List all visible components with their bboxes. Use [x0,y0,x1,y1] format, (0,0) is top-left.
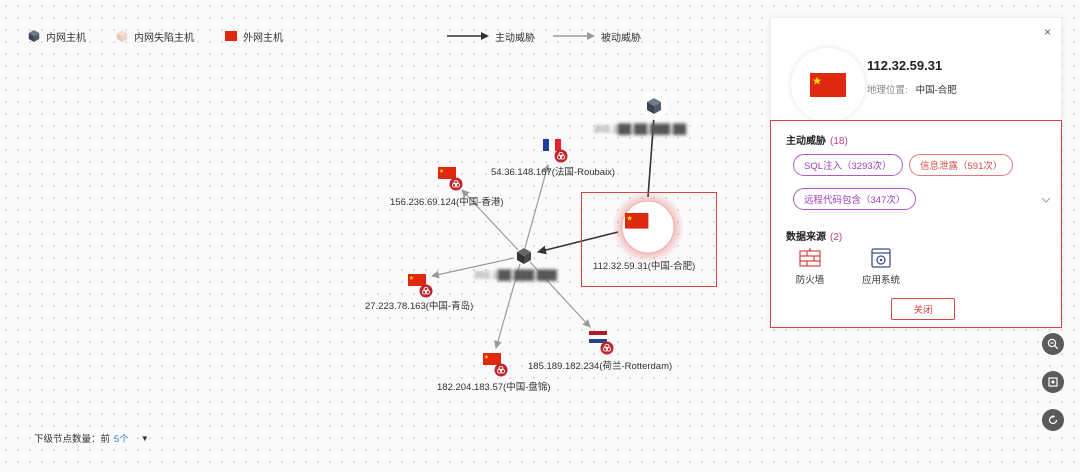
close-icon[interactable]: × [1044,25,1051,39]
node-label-top: 202.1██.██.███.██ [594,124,687,135]
threat-chip-info-leak[interactable]: 信息泄露（591次） [909,154,1014,176]
legend-label: 外网主机 [243,32,283,44]
refresh-icon [1048,414,1058,425]
geo-location-value: 中国-合肥 [915,85,957,96]
legend-honeypot-host: 内网失陷主机 [116,28,194,44]
node-label-nl: 185.189.182.234(荷兰-Rotterdam) [528,361,673,372]
reset-button[interactable] [1042,409,1064,431]
biohazard-icon [600,341,614,355]
biohazard-icon [449,177,463,191]
china-flag-icon [810,73,846,97]
node-label-sh: 182.204.183.57(中国-盘锦) [437,382,551,393]
node-label-selected: 112.32.59.31(中国-合肥) [593,261,696,272]
legend-label: 主动威胁 [495,32,535,44]
legend-label: 内网失陷主机 [134,32,194,44]
legend-label: 内网主机 [46,32,86,44]
fit-view-button[interactable] [1042,371,1064,393]
ip-address: 112.32.59.31 [867,58,943,73]
fit-screen-icon [1048,377,1058,387]
node-detail-panel: × 112.32.59.31 地理位置: 中国-合肥 主动威胁 (18) SQL注入… [770,17,1062,328]
legend-passive-threat: 被动威胁 [553,28,641,44]
dark-arrow-icon [447,32,489,40]
app-system-icon [871,248,891,268]
threat-chip-rce[interactable]: 远程代码包含（347次） [793,188,917,210]
legend-label: 被动威胁 [601,32,641,44]
netherlands-flag-icon[interactable] [589,331,607,343]
france-flag-icon[interactable] [543,139,561,151]
biohazard-icon [554,149,568,163]
active-threat-title: 主动威胁 (18) [786,132,848,147]
subnode-count-select[interactable]: 5个 [114,431,129,445]
server-icon [28,30,40,42]
legend-active-threat: 主动威胁 [447,28,535,44]
source-label: 防火墙 [795,275,825,286]
honeypot-icon [116,30,128,42]
china-flag-icon[interactable] [438,167,456,179]
active-threat-count: (18) [830,136,848,147]
source-firewall[interactable]: 防火墙 [785,248,835,286]
subnode-count: 下级节点数量：前 5个 ▼ [34,431,149,446]
data-source-count: (2) [830,232,843,243]
china-flag-icon[interactable] [408,274,426,286]
biohazard-icon [494,363,508,377]
node-label-fr: 54.36.148.167(法国-Roubaix) [491,167,616,178]
data-source-label: 数据来源 [786,232,826,243]
chevron-down-icon[interactable] [1041,197,1051,203]
china-flag-icon [225,31,237,41]
close-button[interactable]: 关闭 [891,298,955,320]
data-source-title: 数据来源 (2) [786,228,842,243]
threat-chip-sql-injection[interactable]: SQL注入（3293次） [793,154,903,176]
node-label-qd: 27.223.78.163(中国-青岛) [365,301,474,312]
active-threat-label: 主动威胁 [786,136,826,147]
source-app-system[interactable]: 应用系统 [856,248,906,286]
threat-detail-section: 主动威胁 (18) SQL注入（3293次） 信息泄露（591次） 远程代码包含（… [770,120,1062,328]
firewall-icon [799,248,821,267]
legend-internal-host: 内网主机 [28,28,86,44]
geo-location-key: 地理位置: [867,85,908,96]
gray-arrow-icon [553,32,595,40]
node-label-hk: 156.236.69.124(中国-香港) [390,197,504,208]
ip-flag-avatar [791,48,865,122]
zoom-out-icon [1047,338,1059,350]
biohazard-icon [419,284,433,298]
caret-down-icon[interactable]: ▼ [141,434,149,443]
china-flag-icon[interactable] [483,353,501,365]
geo-location: 地理位置: 中国-合肥 [867,82,957,96]
zoom-out-button[interactable] [1042,333,1064,355]
selected-node-highlight [581,192,717,287]
subnode-count-label: 下级节点数量：前 [34,434,111,445]
node-label-center: 202.1██.███.███ [474,270,557,281]
legend-external-host: 外网主机 [225,28,283,44]
server-icon[interactable] [517,248,531,264]
source-label: 应用系统 [861,275,900,286]
server-icon[interactable] [640,92,668,120]
